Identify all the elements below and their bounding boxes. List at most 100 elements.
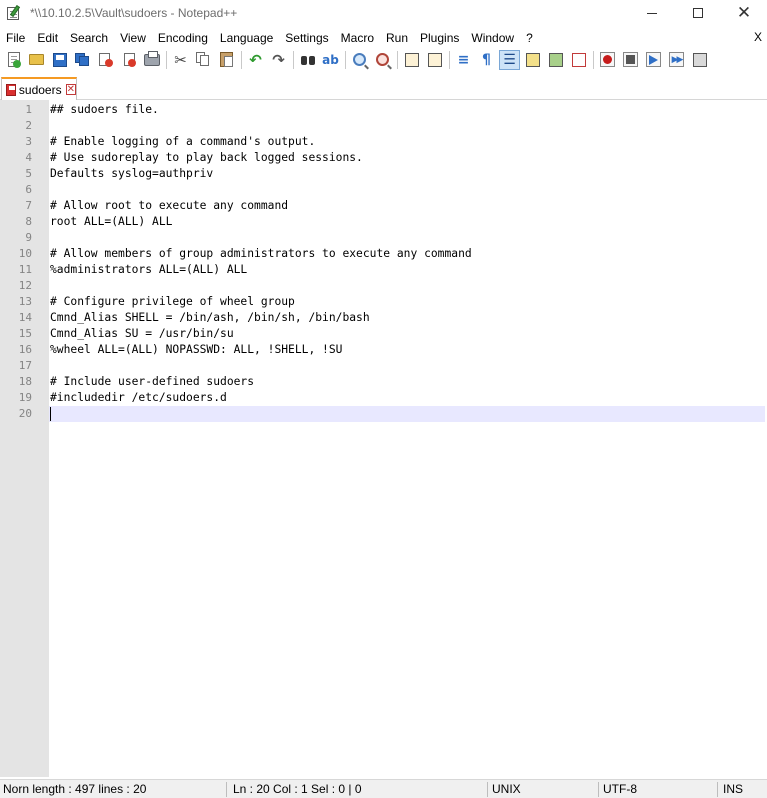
code-line[interactable]: # Configure privilege of wheel group — [50, 294, 295, 310]
save-macro-icon[interactable] — [689, 50, 710, 70]
close-document-button[interactable]: X — [754, 30, 762, 44]
show-all-chars-icon[interactable]: ¶ — [476, 50, 497, 70]
status-doc-info: Norn length : 497 lines : 20 — [3, 782, 147, 796]
sync-vertical-icon[interactable] — [401, 50, 422, 70]
redo-icon[interactable]: ↷ — [268, 50, 289, 70]
toolbar-separator — [449, 50, 450, 69]
tab-close-button[interactable]: ✕ — [65, 84, 76, 95]
line-number: 14 — [18, 311, 32, 324]
code-line[interactable]: ## sudoers file. — [50, 102, 159, 118]
code-line[interactable]: #includedir /etc/sudoers.d — [50, 390, 227, 406]
code-line[interactable]: %administrators ALL=(ALL) ALL — [50, 262, 247, 278]
menu-encoding[interactable]: Encoding — [152, 31, 214, 45]
stop-record-icon[interactable] — [620, 50, 641, 70]
close-icon[interactable] — [95, 50, 116, 70]
user-defined-lang-icon[interactable] — [522, 50, 543, 70]
code-line[interactable]: %wheel ALL=(ALL) NOPASSWD: ALL, !SHELL, … — [50, 342, 342, 358]
line-number: 11 — [18, 263, 32, 276]
code-line[interactable]: # Allow members of group administrators … — [50, 246, 472, 262]
code-line[interactable]: # Allow root to execute any command — [50, 198, 288, 214]
code-line[interactable]: # Include user-defined sudoers — [50, 374, 254, 390]
menu-edit[interactable]: Edit — [31, 31, 64, 45]
status-eol[interactable]: UNIX — [492, 780, 521, 798]
close-all-icon[interactable] — [118, 50, 139, 70]
cut-icon[interactable]: ✂ — [170, 50, 191, 70]
line-number: 7 — [25, 199, 32, 212]
close-window-button[interactable]: ✕ — [721, 0, 767, 26]
undo-icon[interactable]: ↶ — [245, 50, 266, 70]
line-number: 5 — [25, 167, 32, 180]
menu-search[interactable]: Search — [64, 31, 114, 45]
save-icon[interactable] — [49, 50, 70, 70]
new-file-icon[interactable] — [3, 50, 24, 70]
tab-sudoers[interactable]: sudoers ✕ — [1, 77, 77, 100]
line-number: 1 — [25, 103, 32, 116]
menu-bar: File Edit Search View Encoding Language … — [0, 27, 767, 48]
status-divider — [717, 782, 718, 797]
code-line[interactable]: # Enable logging of a command's output. — [50, 134, 315, 150]
close-icon: ✕ — [736, 2, 752, 23]
line-number: 17 — [18, 359, 32, 372]
menu-window[interactable]: Window — [465, 31, 520, 45]
line-number: 13 — [18, 295, 32, 308]
minimize-button[interactable] — [629, 0, 675, 26]
zoom-in-icon[interactable] — [349, 50, 370, 70]
zoom-out-icon[interactable] — [372, 50, 393, 70]
unsaved-file-icon — [6, 83, 16, 96]
sync-horizontal-icon[interactable] — [424, 50, 445, 70]
line-number: 18 — [18, 375, 32, 388]
menu-help[interactable]: ? — [520, 31, 539, 45]
minimize-icon — [647, 12, 657, 14]
menu-file[interactable]: File — [0, 31, 31, 45]
menu-run[interactable]: Run — [380, 31, 414, 45]
run-macro-multiple-icon[interactable]: ▶▶ — [666, 50, 687, 70]
toolbar-separator — [397, 50, 398, 69]
status-encoding[interactable]: UTF-8 — [603, 780, 637, 798]
current-line-highlight — [49, 406, 765, 422]
status-insert-mode[interactable]: INS — [723, 780, 743, 798]
maximize-icon — [693, 8, 703, 18]
title-bar: *\\10.10.2.5\Vault\sudoers - Notepad++ ✕ — [0, 0, 767, 26]
status-divider — [226, 782, 227, 797]
print-icon[interactable] — [141, 50, 162, 70]
editor[interactable]: 1 2 3 4 5 6 7 8 9 10 11 12 13 14 15 16 17 18 19 20 ## sudoe… — [0, 100, 767, 777]
replace-icon[interactable]: ab — [320, 50, 341, 70]
notepad-plus-plus-icon[interactable] — [6, 4, 22, 21]
code-line[interactable]: root ALL=(ALL) ALL — [50, 214, 172, 230]
word-wrap-icon[interactable]: ≡ — [453, 50, 474, 70]
maximize-button[interactable] — [675, 0, 721, 26]
paste-icon[interactable] — [216, 50, 237, 70]
copy-icon[interactable] — [193, 50, 214, 70]
find-icon[interactable] — [297, 50, 318, 70]
code-line[interactable]: # Use sudoreplay to play back logged ses… — [50, 150, 363, 166]
tab-label: sudoers — [18, 82, 62, 97]
status-divider — [487, 782, 488, 797]
code-area[interactable]: ## sudoers file. # Enable logging of a co… — [49, 100, 767, 777]
open-file-icon[interactable] — [26, 50, 47, 70]
doc-map-icon[interactable] — [545, 50, 566, 70]
code-line[interactable]: Cmnd_Alias SHELL = /bin/ash, /bin/sh, /b… — [50, 310, 370, 326]
line-number: 12 — [18, 279, 32, 292]
toolbar-separator — [241, 50, 242, 69]
code-line[interactable]: Cmnd_Alias SU = /usr/bin/su — [50, 326, 234, 342]
line-number: 16 — [18, 343, 32, 356]
playback-macro-icon[interactable] — [643, 50, 664, 70]
menu-settings[interactable]: Settings — [279, 31, 334, 45]
toolbar-separator — [166, 50, 167, 69]
menu-macro[interactable]: Macro — [335, 31, 380, 45]
window-title: *\\10.10.2.5\Vault\sudoers - Notepad++ — [30, 6, 238, 20]
save-all-icon[interactable] — [72, 50, 93, 70]
code-line[interactable]: Defaults syslog=authpriv — [50, 166, 213, 182]
line-number: 3 — [25, 135, 32, 148]
menu-language[interactable]: Language — [214, 31, 279, 45]
line-number: 4 — [25, 151, 32, 164]
menu-plugins[interactable]: Plugins — [414, 31, 465, 45]
record-macro-icon[interactable] — [597, 50, 618, 70]
line-number: 10 — [18, 247, 32, 260]
indent-guide-icon[interactable]: ☰ — [499, 49, 520, 70]
line-number: 19 — [18, 391, 32, 404]
function-list-icon[interactable] — [568, 50, 589, 70]
line-number-gutter: 1 2 3 4 5 6 7 8 9 10 11 12 13 14 15 16 17 18 19 20 — [0, 100, 49, 777]
menu-view[interactable]: View — [114, 31, 152, 45]
line-number: 2 — [25, 119, 32, 132]
